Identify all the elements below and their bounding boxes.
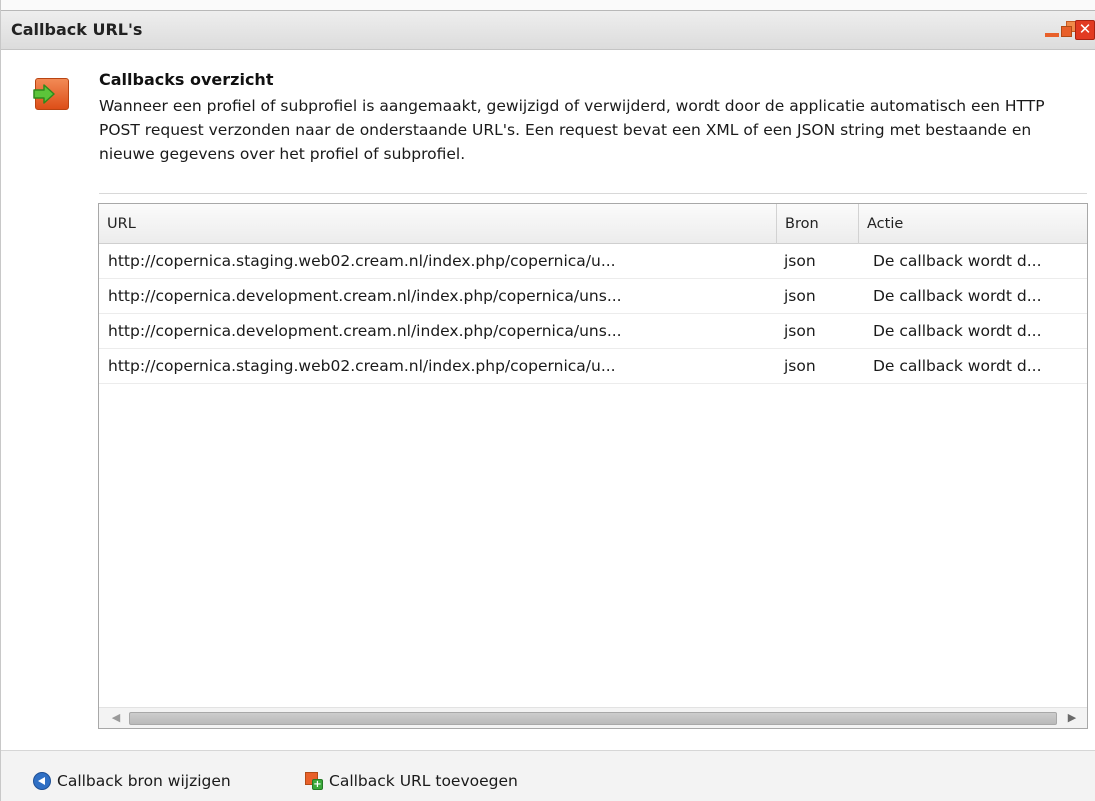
table-row[interactable]: http://copernica.staging.web02.cream.nl/…: [99, 350, 1087, 384]
cell-bron: json: [784, 252, 816, 270]
column-header-bron[interactable]: Bron: [777, 204, 859, 244]
dialog-window: Callback URL's ✕ Callbacks overzicht Wan…: [0, 0, 1095, 801]
edit-callback-source-label: Callback bron wijzigen: [57, 772, 231, 790]
table-row[interactable]: http://copernica.development.cream.nl/in…: [99, 315, 1087, 349]
cell-actie: De callback wordt d...: [873, 287, 1042, 305]
scroll-right-icon[interactable]: ▶: [1061, 708, 1083, 728]
cell-bron: json: [784, 287, 816, 305]
scrollbar-thumb[interactable]: [129, 712, 1057, 725]
table-row[interactable]: http://copernica.staging.web02.cream.nl/…: [99, 245, 1087, 279]
back-arrow-icon: [33, 772, 51, 790]
edit-callback-source-button[interactable]: Callback bron wijzigen: [33, 769, 231, 793]
scroll-left-icon[interactable]: ◀: [105, 708, 127, 728]
section-title: Callbacks overzicht: [99, 70, 274, 89]
table-row[interactable]: http://copernica.development.cream.nl/in…: [99, 280, 1087, 314]
horizontal-scrollbar[interactable]: ◀ ▶: [99, 707, 1087, 728]
cell-url: http://copernica.staging.web02.cream.nl/…: [108, 357, 616, 375]
callback-arrow-icon: [33, 78, 69, 110]
background-content-strip: [1, 0, 1095, 10]
cell-url: http://copernica.development.cream.nl/in…: [108, 287, 622, 305]
cell-actie: De callback wordt d...: [873, 357, 1042, 375]
cell-actie: De callback wordt d...: [873, 322, 1042, 340]
table-header: URL Bron Actie: [99, 204, 1087, 244]
divider: [99, 193, 1087, 194]
add-callback-url-button[interactable]: + Callback URL toevoegen: [305, 769, 518, 793]
title-bar[interactable]: Callback URL's ✕: [1, 10, 1095, 50]
add-callback-url-label: Callback URL toevoegen: [329, 772, 518, 790]
column-header-url[interactable]: URL: [99, 204, 777, 244]
add-page-icon: +: [305, 772, 323, 790]
callbacks-table: URL Bron Actie http://copernica.staging.…: [98, 203, 1088, 729]
dialog-content: Callbacks overzicht Wanneer een profiel …: [1, 50, 1095, 750]
section-description: Wanneer een profiel of subprofiel is aan…: [99, 97, 1045, 163]
cell-bron: json: [784, 322, 816, 340]
dialog-footer: Callback bron wijzigen + Callback URL to…: [1, 750, 1095, 801]
cell-url: http://copernica.development.cream.nl/in…: [108, 322, 622, 340]
cell-url: http://copernica.staging.web02.cream.nl/…: [108, 252, 616, 270]
cell-actie: De callback wordt d...: [873, 252, 1042, 270]
window-title: Callback URL's: [11, 20, 143, 39]
cell-bron: json: [784, 357, 816, 375]
close-icon[interactable]: ✕: [1075, 20, 1095, 40]
column-header-actie[interactable]: Actie: [859, 204, 1087, 244]
